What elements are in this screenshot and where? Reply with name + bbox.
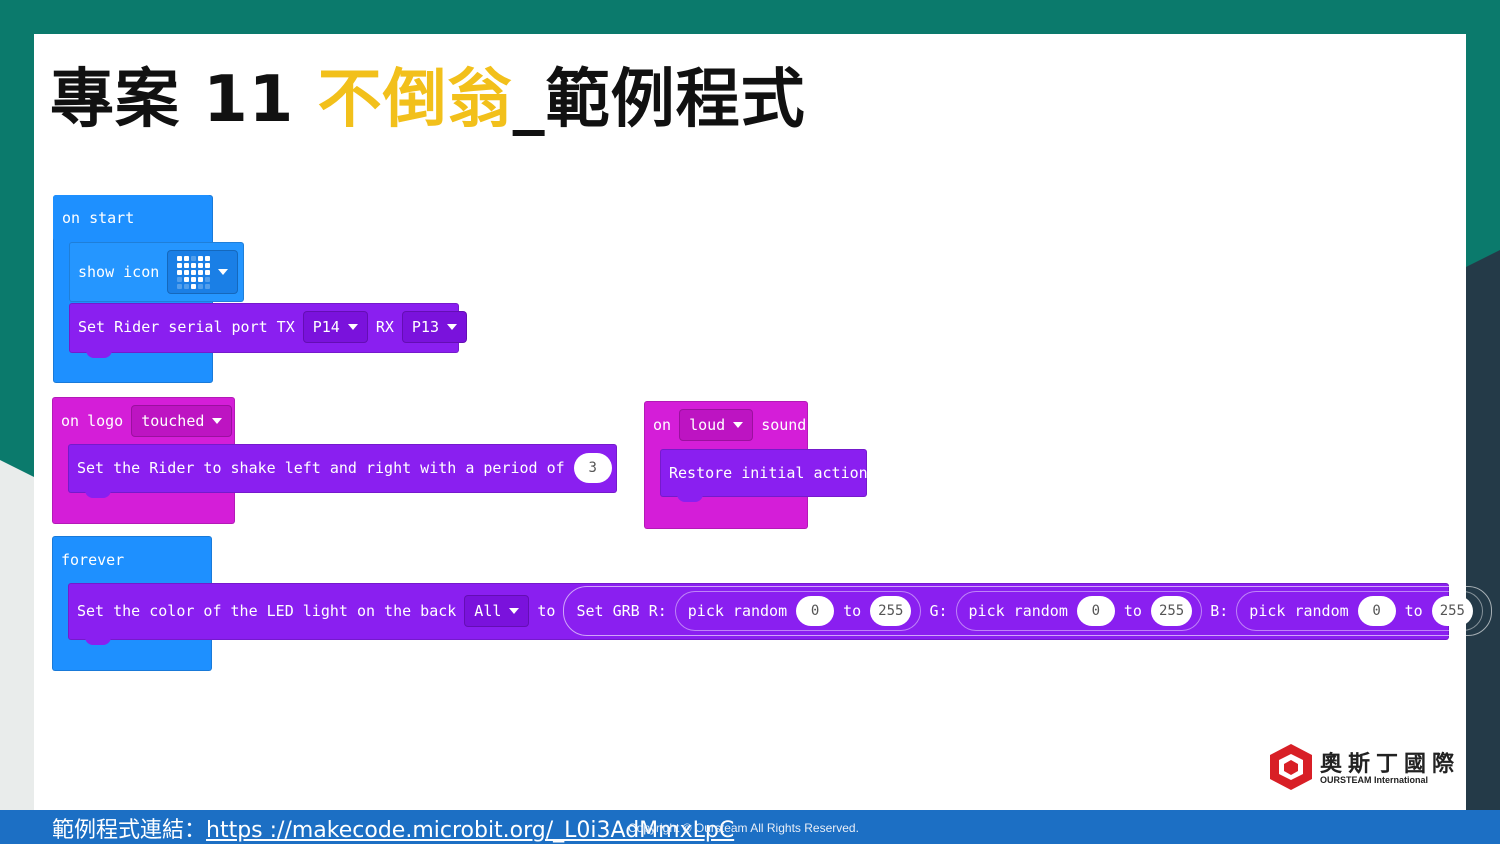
tx-value: P14 bbox=[312, 318, 340, 336]
g-max-input[interactable]: 255 bbox=[1150, 596, 1193, 626]
block-notch bbox=[85, 637, 111, 645]
show-icon-label: show icon bbox=[78, 263, 160, 281]
restore-label: Restore initial action bbox=[669, 464, 868, 482]
set-color-label: Set the color of the LED light on the ba… bbox=[77, 602, 457, 620]
led-select-dropdown[interactable]: All bbox=[464, 595, 530, 627]
heart-led-icon bbox=[177, 255, 211, 289]
page-title: 專案 11 不倒翁_範例程式 bbox=[50, 48, 806, 140]
sound-level-value: loud bbox=[689, 416, 726, 434]
title-part1: 專案 11 bbox=[50, 63, 318, 137]
on-start-label: on start bbox=[62, 209, 135, 227]
range-to-label: to bbox=[843, 602, 862, 620]
block-notch bbox=[86, 350, 112, 358]
background-accent-right bbox=[1460, 250, 1500, 810]
logo-name-en: OURSTEAM International bbox=[1320, 775, 1429, 785]
icon-dropdown[interactable] bbox=[167, 250, 239, 294]
pick-random-label: pick random bbox=[1249, 602, 1349, 620]
led-select-value: All bbox=[474, 602, 502, 620]
r-min-input[interactable]: 0 bbox=[796, 596, 835, 626]
footer-link-label: 範例程式連結： bbox=[52, 818, 207, 843]
logo-label: logo bbox=[87, 412, 124, 430]
g-label: G: bbox=[929, 602, 948, 620]
b-label: B: bbox=[1210, 602, 1229, 620]
show-icon-row: show icon bbox=[74, 250, 242, 294]
pick-random-g[interactable]: pick random 0 to 255 bbox=[955, 591, 1203, 631]
chevron-down-icon bbox=[347, 324, 358, 330]
sound-level-dropdown[interactable]: loud bbox=[679, 409, 754, 441]
on-sound-header: on loud sound bbox=[649, 409, 810, 441]
rx-dropdown[interactable]: P13 bbox=[401, 311, 467, 343]
range-to-label: to bbox=[1123, 602, 1142, 620]
grb-reporter[interactable]: Set GRB R: pick random 0 to 255 G: pick … bbox=[563, 586, 1492, 636]
on-logo-header: on logo touched bbox=[57, 405, 236, 437]
pick-random-label: pick random bbox=[968, 602, 1068, 620]
sound-label: sound bbox=[761, 416, 807, 434]
chevron-down-icon bbox=[509, 608, 520, 614]
shake-label: Set the Rider to shake left and right wi… bbox=[77, 459, 565, 477]
on-start-header: on start bbox=[58, 209, 138, 227]
tx-dropdown[interactable]: P14 bbox=[302, 311, 368, 343]
pick-random-label: pick random bbox=[687, 602, 788, 620]
block-notch bbox=[85, 490, 111, 498]
rx-label: RX bbox=[375, 318, 394, 336]
chevron-down-icon bbox=[218, 269, 229, 275]
on-label: on bbox=[653, 416, 672, 434]
period-input[interactable]: 3 bbox=[573, 453, 612, 483]
logo-event-dropdown[interactable]: touched bbox=[131, 405, 233, 437]
title-part2: _範例程式 bbox=[512, 63, 806, 137]
shake-row: Set the Rider to shake left and right wi… bbox=[73, 452, 634, 484]
serial-port-label: Set Rider serial port TX bbox=[78, 318, 295, 336]
cube-logo-icon bbox=[1270, 744, 1312, 790]
logo-event-value: touched bbox=[141, 412, 205, 430]
grb-r-label: Set GRB R: bbox=[576, 602, 667, 620]
block-notch bbox=[677, 494, 703, 502]
range-to-label: to bbox=[1404, 602, 1423, 620]
pick-random-b[interactable]: pick random 0 to 255 bbox=[1236, 591, 1483, 631]
r-max-input[interactable]: 255 bbox=[870, 596, 912, 626]
b-max-input[interactable]: 255 bbox=[1431, 596, 1473, 626]
company-logo: 奧斯丁國際 OURSTEAM International bbox=[1268, 742, 1458, 796]
forever-label: forever bbox=[61, 551, 125, 569]
logo-name-cn: 奧斯丁國際 bbox=[1320, 752, 1461, 777]
rx-value: P13 bbox=[411, 318, 439, 336]
set-led-color-row: Set the color of the LED light on the ba… bbox=[73, 586, 1496, 636]
to-label: to bbox=[537, 602, 556, 620]
chevron-down-icon bbox=[212, 418, 223, 424]
forever-header: forever bbox=[57, 544, 128, 576]
chevron-down-icon bbox=[733, 422, 744, 428]
pick-random-r[interactable]: pick random 0 to 255 bbox=[674, 591, 922, 631]
on-label: on bbox=[61, 412, 80, 430]
g-min-input[interactable]: 0 bbox=[1076, 596, 1115, 626]
chevron-down-icon bbox=[447, 324, 457, 330]
b-min-input[interactable]: 0 bbox=[1357, 596, 1396, 626]
serial-port-row: Set Rider serial port TX P14 RX P13 bbox=[74, 311, 471, 343]
title-highlight: 不倒翁 bbox=[317, 63, 513, 137]
copyright-text: Copyright © Oursteam All Rights Reserved… bbox=[628, 821, 859, 835]
restore-row: Restore initial action bbox=[665, 457, 872, 489]
unit-label: s bbox=[620, 459, 630, 477]
